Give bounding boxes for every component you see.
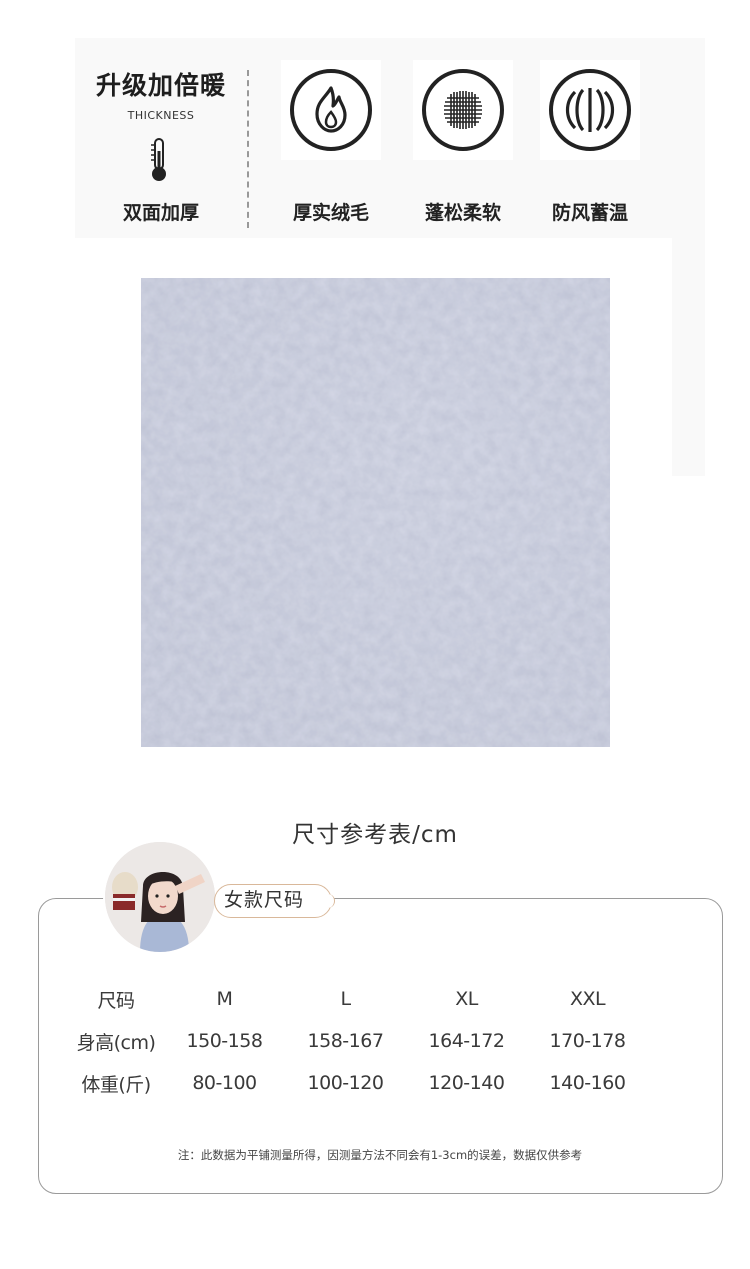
thick-fleece-label: 厚实绒毛 (292, 202, 369, 224)
table-cell: 158-167 (307, 1030, 384, 1052)
table-header-row: 尺码 M L XL XXL (68, 978, 648, 1020)
upgrade-warmth-title: 升级加倍暖 (95, 71, 226, 100)
table-cell: 尺码 (97, 989, 135, 1012)
model-avatar (103, 840, 217, 954)
feature-thick-fleece: 厚实绒毛 (276, 38, 386, 238)
windproof-icon (549, 69, 631, 151)
woven-grid-icon (422, 69, 504, 151)
thickness-subtitle: THICKNESS (127, 109, 195, 122)
dashed-divider (247, 70, 249, 228)
table-cell: 164-172 (428, 1030, 505, 1052)
double-sided-label: 双面加厚 (122, 202, 199, 224)
table-row: 身高(cm) 150-158 158-167 164-172 170-178 (68, 1020, 648, 1062)
background-patch (672, 238, 705, 476)
table-cell: XL (455, 988, 478, 1010)
table-cell: 150-158 (186, 1030, 263, 1052)
feature-strip: 升级加倍暖 THICKNESS 双面加厚 厚实绒毛 蓬松柔软 防风蓄温 (75, 38, 705, 238)
windproof-label: 防风蓄温 (551, 202, 628, 224)
table-cell: 120-140 (428, 1072, 505, 1094)
measurement-note: 注：此数据为平铺测量所得，因测量方法不同会有1-3cm的误差，数据仅供参考 (177, 1148, 583, 1162)
table-cell: L (340, 988, 351, 1010)
thermometer-icon (151, 138, 166, 181)
womens-size-tag: 女款尺码 (214, 884, 335, 918)
feature-fluffy-soft: 蓬松柔软 (408, 38, 518, 238)
fabric-swatch-image (141, 278, 610, 747)
table-cell: 100-120 (307, 1072, 384, 1094)
table-cell: 170-178 (549, 1030, 626, 1052)
table-row: 体重(斤) 80-100 100-120 120-140 140-160 (68, 1062, 648, 1104)
fluffy-soft-label: 蓬松柔软 (424, 202, 501, 224)
table-cell: M (216, 988, 233, 1010)
table-cell: 80-100 (192, 1072, 257, 1094)
feature-windproof: 防风蓄温 (535, 38, 645, 238)
table-cell: 身高(cm) (76, 1031, 156, 1054)
size-chart-title: 尺寸参考表/cm (292, 822, 458, 848)
thickness-feature: 升级加倍暖 THICKNESS 双面加厚 (75, 38, 247, 238)
table-cell: XXL (569, 988, 606, 1010)
table-cell: 140-160 (549, 1072, 626, 1094)
table-cell: 体重(斤) (81, 1073, 151, 1096)
flame-icon (290, 69, 372, 151)
size-table: 尺码 M L XL XXL 身高(cm) 150-158 158-167 164… (68, 978, 648, 1104)
